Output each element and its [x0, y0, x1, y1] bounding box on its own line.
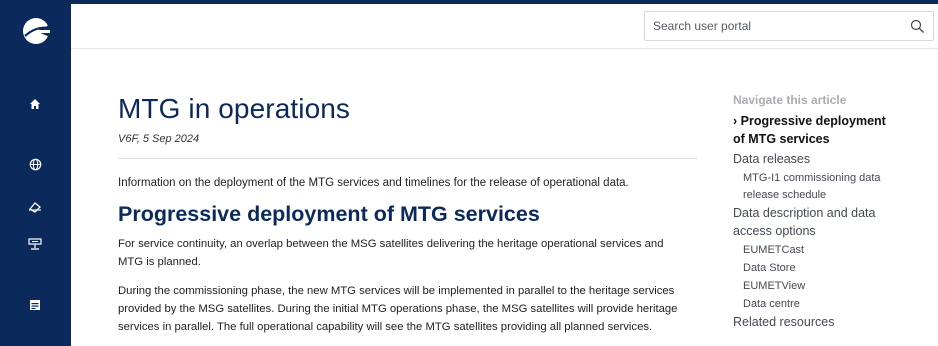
paragraph-line: During the commissioning phase, the new …	[118, 285, 675, 297]
intro-text: Information on the deployment of the MTG…	[118, 177, 629, 189]
layers-icon[interactable]	[26, 198, 44, 216]
toc-item-progressive-deployment[interactable]: › Progressive deployment	[733, 113, 886, 130]
divider	[118, 158, 697, 159]
logo-icon[interactable]	[22, 16, 52, 46]
home-icon[interactable]	[26, 95, 44, 113]
toc-subitem-eumetview[interactable]: EUMETView	[743, 278, 805, 294]
toc-item-data-releases[interactable]: Data releases	[733, 151, 810, 168]
left-sidebar	[0, 0, 71, 346]
search-input[interactable]	[653, 16, 903, 36]
section-heading: Progressive deployment of MTG services	[118, 202, 540, 226]
toc-subitem-commissioning[interactable]: MTG-I1 commissioning data	[743, 170, 881, 186]
toc-subitem-data-centre[interactable]: Data centre	[743, 296, 800, 312]
toc-subitem-data-store[interactable]: Data Store	[743, 260, 796, 276]
globe-icon[interactable]	[26, 155, 44, 173]
calendar-icon[interactable]	[26, 296, 44, 314]
toc-item-related-resources[interactable]: Related resources	[733, 314, 834, 331]
paragraph-line: provided by the MSG satellites. During t…	[118, 303, 678, 315]
toc-item-data-access[interactable]: Data description and data	[733, 205, 875, 222]
article-meta: V6F, 5 Sep 2024	[118, 133, 200, 145]
paragraph-line: MTG is planned.	[118, 256, 201, 268]
search-box[interactable]	[644, 11, 934, 41]
toc-item-progressive-deployment-cont[interactable]: of MTG services	[733, 131, 830, 148]
top-accent-bar	[71, 0, 938, 4]
paragraph-commissioning: During the commissioning phase, the new …	[118, 282, 703, 336]
paragraph-line: For service continuity, an overlap betwe…	[118, 238, 664, 250]
toc-heading: Navigate this article	[733, 93, 847, 107]
top-bar	[71, 0, 938, 49]
paragraph-line: services in parallel. The full operation…	[118, 321, 653, 333]
toc-subitem-eumetcast[interactable]: EUMETCast	[743, 242, 804, 258]
page: MTG in operations V6F, 5 Sep 2024 Inform…	[0, 0, 938, 346]
toc-item-data-access-cont[interactable]: access options	[733, 223, 816, 240]
paragraph-service-continuity: For service continuity, an overlap betwe…	[118, 235, 703, 271]
toc-subitem-commissioning-cont[interactable]: release schedule	[743, 187, 826, 203]
monitor-icon[interactable]	[26, 235, 44, 253]
page-title: MTG in operations	[118, 93, 351, 124]
search-icon[interactable]	[910, 19, 925, 34]
